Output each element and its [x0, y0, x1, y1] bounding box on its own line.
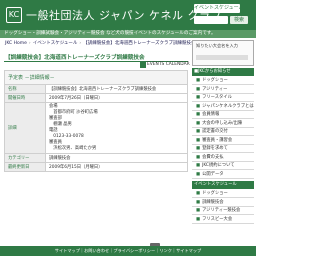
breadcrumb-schedule-link[interactable]: イベントスケジュール — [33, 41, 78, 46]
breadcrumb: JKC Home › イベントスケジュール › 【訓練競技会】北海道西トレーナーズクラブ… — [5, 41, 196, 46]
row-label: 最終更新日 — [4, 162, 46, 172]
sidebar-item-label: 登録を求めて — [202, 146, 228, 151]
bullet-icon: ■ — [196, 146, 201, 151]
bullet-icon: ■ — [196, 95, 201, 100]
row-value: 【訓練競技会】北海道西トレーナーズクラブ訓練競技会 — [45, 84, 188, 94]
row-label: 詳細 — [4, 102, 46, 154]
sidebar-item[interactable]: ■ 会員情報 — [192, 111, 254, 119]
sidebar-item-label: 公開データ — [202, 171, 224, 177]
sidebar-item-label: アジリティー — [202, 86, 228, 92]
sidebar-item[interactable]: ■ アジリティー — [192, 86, 254, 94]
event-detail-table: 予定表 －詳細情報－ 名称 【訓練競技会】北海道西トレーナーズクラブ訓練競技会 … — [4, 70, 188, 172]
bullet-icon: ■ — [196, 120, 201, 126]
bullet-icon: ■ — [196, 112, 201, 117]
sidebar-item-label: アジリティー競技会 — [202, 208, 241, 213]
table-row: 名称 【訓練競技会】北海道西トレーナーズクラブ訓練競技会 — [4, 84, 188, 94]
row-label: カテゴリー — [4, 153, 46, 163]
table-row: 最終更新日 2009年6月15日（月曜日） — [4, 162, 188, 172]
jkc-logo[interactable]: KC — [6, 7, 22, 23]
sidebar-item-label: 会員情報 — [202, 112, 220, 117]
sidebar-item-label: JKC規約について — [202, 163, 235, 168]
sidebar-item[interactable]: ■ 審査員・講習会 — [192, 137, 254, 145]
sidebar-search-input[interactable] — [196, 55, 248, 60]
site-title[interactable]: 一般社団法人 ジャパン ケネル クラブ — [26, 7, 222, 23]
sidebar-item[interactable]: ■ 大会の申し込み/出陳 — [192, 120, 254, 128]
table-row: 開催日時 2009年7月26日（日曜日） — [4, 93, 188, 103]
sidebar-item[interactable]: ■ ドッグショー — [192, 190, 254, 198]
sidebar-item-label: 大会の申し込み/出陳 — [202, 120, 243, 126]
sidebar-item-label: フリースタイル — [202, 95, 232, 100]
sidebar-item-label: ジャパンケネルクラブとは — [202, 103, 254, 109]
table-caption: 予定表 －詳細情報－ — [4, 70, 188, 85]
header-search-input[interactable] — [194, 16, 228, 24]
sidebar-item-label: ドッグショー — [202, 191, 228, 196]
sidebar-item[interactable]: ■ ドッグショー — [192, 77, 254, 85]
sidebar-search-label: 知りたい大会名を入力 — [196, 43, 238, 48]
table-row: 詳細 会場 首都市府町 沙谷町広場 審査部 棚瀬 晶男 電話 0123-33-0… — [4, 102, 188, 154]
bullet-icon: ■ — [196, 199, 201, 205]
bullet-icon: ■ — [196, 216, 201, 222]
bullet-icon: ■ — [196, 208, 201, 213]
sidebar-item-label: 訓練競技会 — [202, 199, 224, 205]
bullet-icon: ■ — [196, 103, 201, 109]
sidebar-item-label: 審査員・講習会 — [202, 137, 233, 143]
bullet-icon: ■ — [196, 137, 201, 143]
breadcrumb-home-link[interactable]: JKC Home — [5, 41, 27, 46]
sidebar-item[interactable]: ■ 訓練競技会 — [192, 199, 254, 207]
bullet-icon: ■ — [196, 86, 201, 92]
sidebar-item[interactable]: ■ フリースタイル — [192, 94, 254, 102]
sidebar-item-label: ドッグショー — [202, 78, 228, 83]
breadcrumb-current: 【訓練競技会】北海道西トレーナーズクラブ訓練競技会 — [83, 41, 196, 46]
bullet-icon: ■ — [196, 171, 201, 177]
tagline: ドッグショー・訓練試験会・アジリティー競技会 など犬の競技イベントのスケジュール… — [4, 31, 216, 36]
sidebar-item[interactable]: ■ 認定書の交付 — [192, 128, 254, 136]
table-row: カテゴリー 訓練競技会 — [4, 153, 188, 163]
bullet-icon: ■ — [196, 154, 201, 160]
sidebar-section-heading: ■JKCからお知らせ — [192, 68, 254, 76]
row-label: 名称 — [4, 84, 46, 94]
sidebar-item-label: 会費の支払 — [202, 154, 224, 160]
detail-line: 浜松次男、高崎たか男 — [49, 146, 97, 151]
sidebar-item-label: フリスビー大会 — [202, 216, 233, 222]
event-title: 【訓練競技会】北海道西トレーナーズクラブ訓練競技会 — [5, 55, 145, 61]
bullet-icon: ■ — [196, 191, 201, 196]
sidebar-item[interactable]: ■ 登録を求めて — [192, 145, 254, 153]
header-search-button[interactable]: 検索 — [230, 16, 248, 24]
event-schedule-button[interactable]: イベントスケジュール — [194, 4, 240, 13]
sidebar-item[interactable]: ■ 会費の支払 — [192, 154, 254, 162]
bullet-icon: ■ — [196, 78, 201, 83]
sidebar-item-label: 認定書の交付 — [202, 129, 228, 134]
bullet-icon: ■ — [196, 129, 201, 134]
sidebar-item[interactable]: ■ アジリティー競技会 — [192, 207, 254, 215]
sidebar-item[interactable]: ■ 公開データ — [192, 171, 254, 179]
row-value: 2009年6月15日（月曜日） — [45, 162, 188, 172]
calendar-icon — [140, 62, 146, 68]
site-footer[interactable]: サイトマップ｜お問い合わせ｜プライバシーポリシー｜リンク｜サイトマップ — [0, 246, 256, 256]
row-value: 2009年7月26日（日曜日） — [45, 93, 188, 103]
row-value: 訓練競技会 — [45, 153, 188, 163]
sidebar-item[interactable]: ■ フリスビー大会 — [192, 216, 254, 224]
events-calendar-label: EVENTS CALENDAR — [147, 62, 190, 67]
sidebar-section-heading: イベントスケジュール — [192, 181, 254, 189]
bullet-icon: ■ — [196, 163, 201, 168]
sidebar-item[interactable]: ■ ジャパンケネルクラブとは — [192, 103, 254, 111]
detail-content: 会場 首都市府町 沙谷町広場 審査部 棚瀬 晶男 電話 0123-33-0078… — [45, 102, 188, 154]
row-label: 開催日時 — [4, 93, 46, 103]
sidebar-item[interactable]: ■ JKC規約について — [192, 162, 254, 170]
